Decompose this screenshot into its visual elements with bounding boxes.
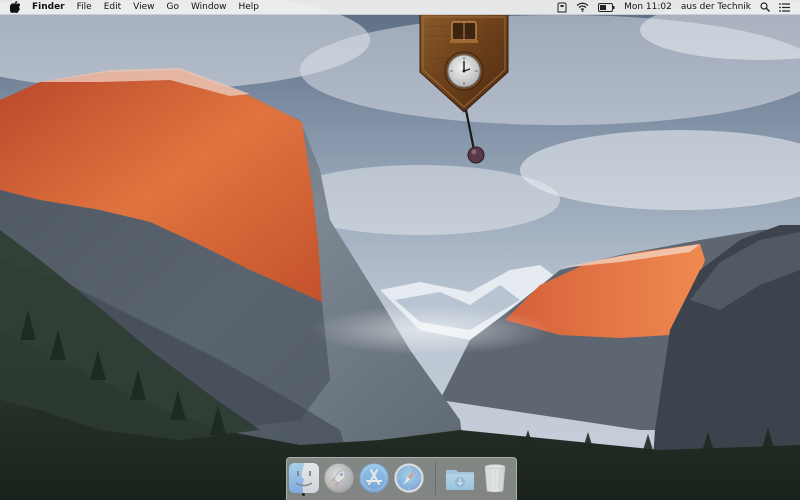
menu-view[interactable]: View	[127, 0, 160, 14]
menu-help[interactable]: Help	[232, 0, 265, 14]
app-menu-finder[interactable]: Finder	[26, 0, 71, 14]
wifi-icon[interactable]	[576, 2, 589, 12]
finder-running-indicator	[302, 493, 305, 496]
menu-bar: Finder File Edit View Go Window Help Mon…	[0, 0, 800, 15]
notification-center-icon[interactable]	[779, 2, 790, 12]
menubar-user[interactable]: aus der Technik	[681, 0, 751, 14]
dock	[286, 457, 517, 500]
dock-separator	[435, 462, 436, 495]
spotlight-search-icon[interactable]	[760, 2, 770, 12]
menu-go[interactable]: Go	[160, 0, 184, 14]
menubar-clock[interactable]: Mon 11:02	[624, 0, 672, 14]
battery-icon[interactable]	[598, 2, 615, 12]
desktop: Finder File Edit View Go Window Help Mon…	[0, 0, 800, 500]
menu-file[interactable]: File	[71, 0, 98, 14]
apple-menu-icon[interactable]	[9, 1, 21, 13]
menu-edit[interactable]: Edit	[98, 0, 127, 14]
desktop-wallpaper	[0, 0, 800, 500]
time-machine-icon[interactable]	[557, 2, 567, 13]
menu-window[interactable]: Window	[185, 0, 233, 14]
cuckoo-clock-icon[interactable]	[418, 14, 510, 166]
